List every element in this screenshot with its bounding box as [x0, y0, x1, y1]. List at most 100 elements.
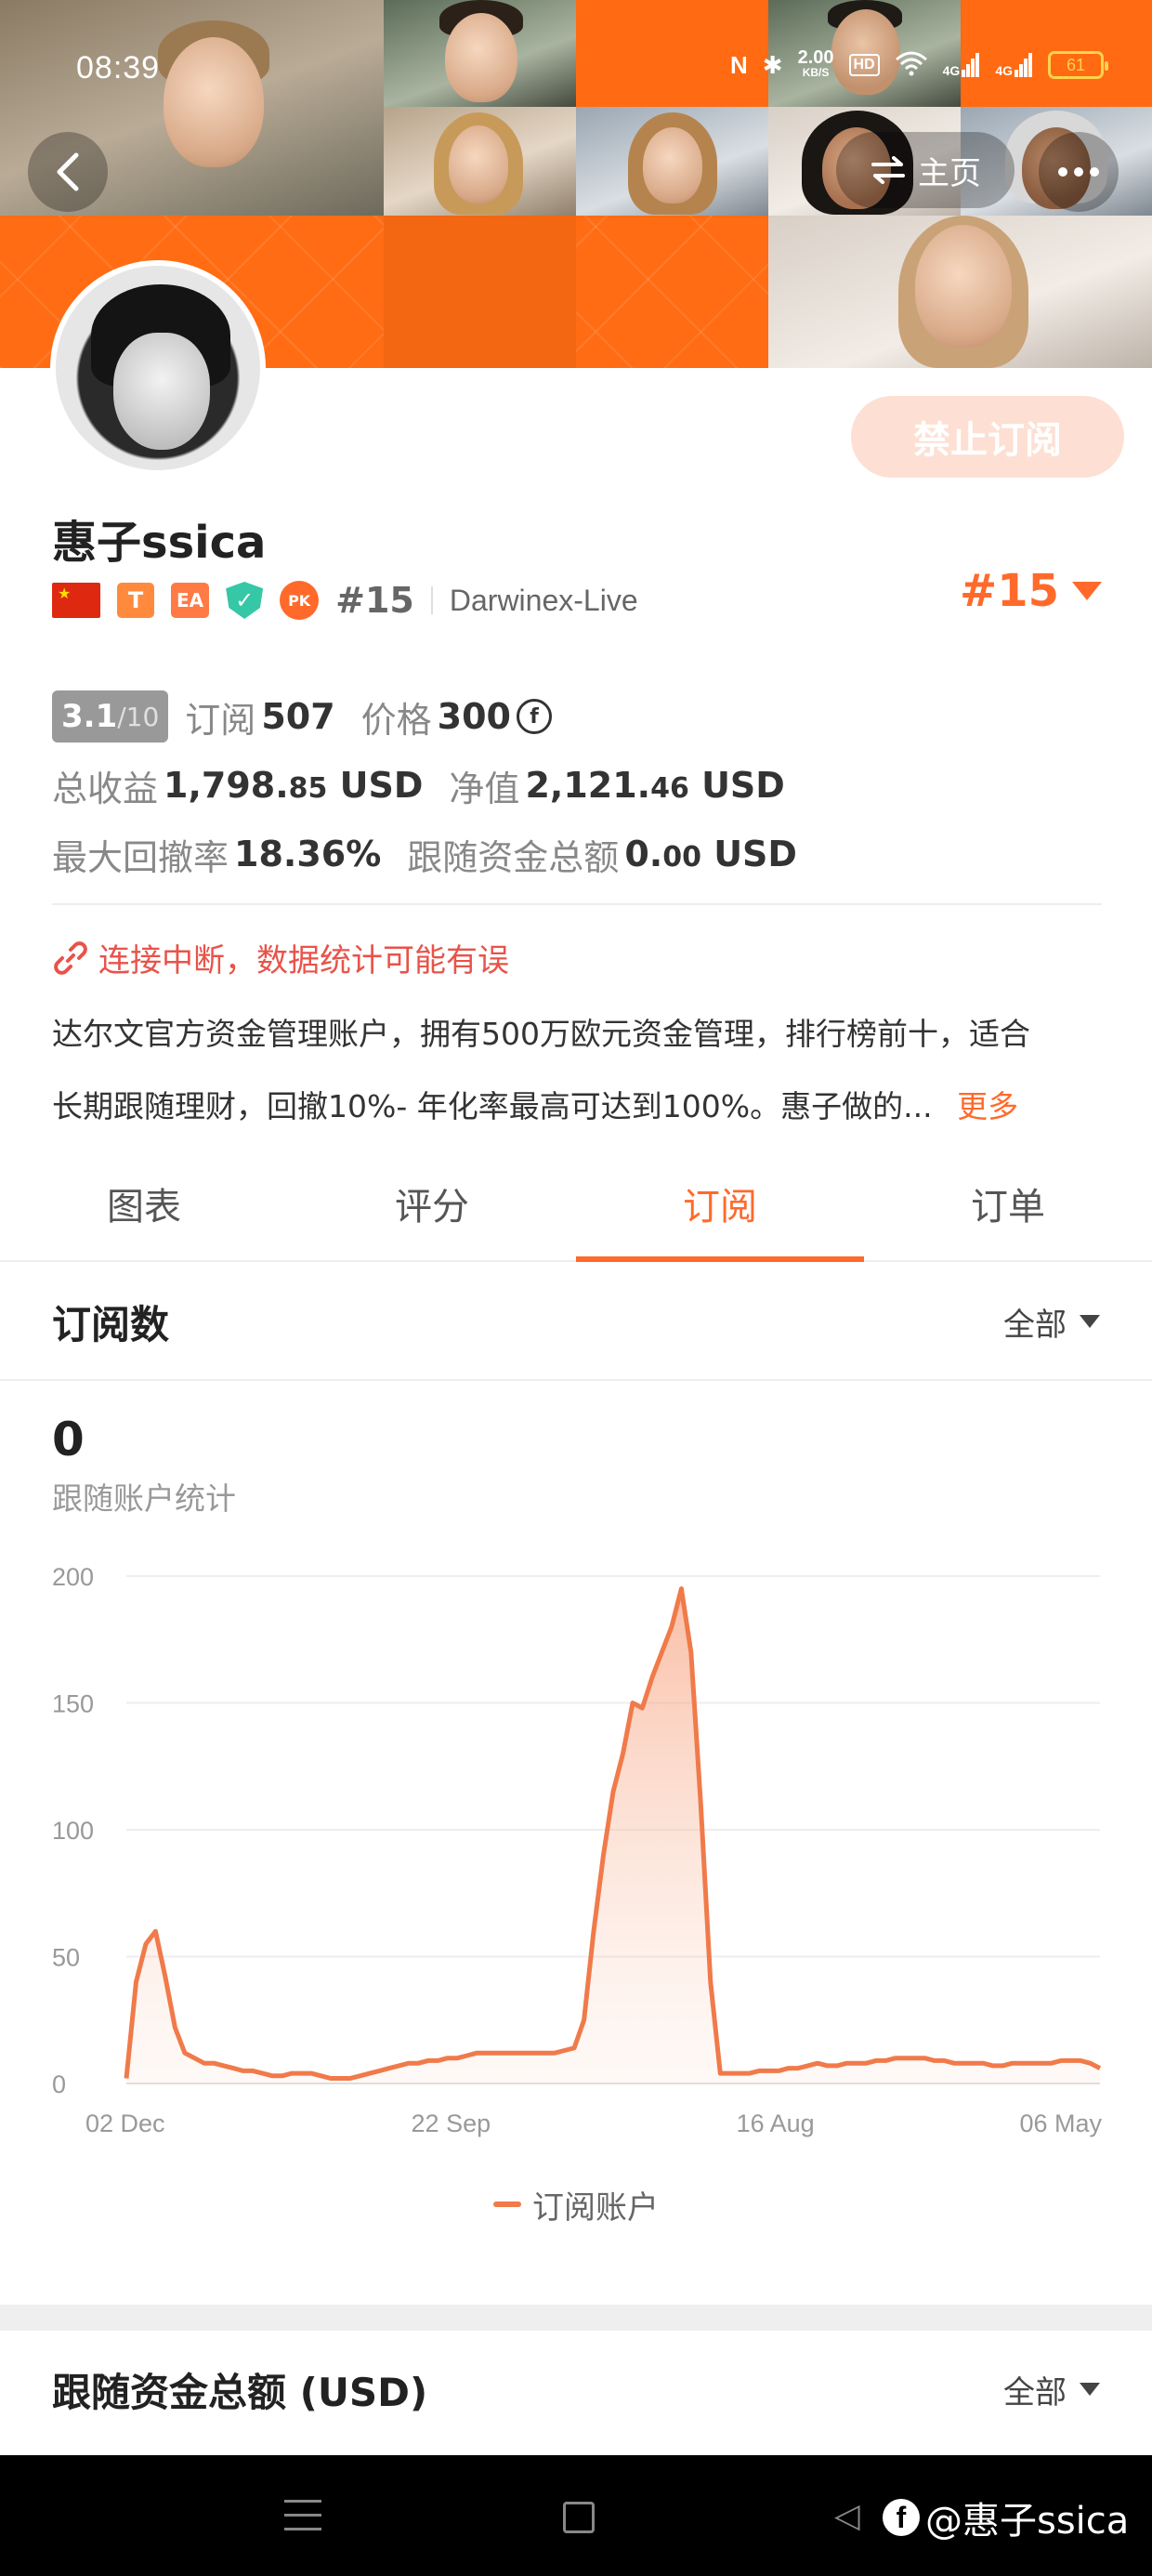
- y-tick-label: 0: [52, 2070, 66, 2098]
- more-link[interactable]: 更多: [957, 1088, 1018, 1124]
- menu-icon[interactable]: [284, 2500, 321, 2531]
- signal2-label: 4G: [995, 63, 1013, 78]
- stats-block: 3.1 /10 订阅 507 价格 300 f 总收益 1,798.85 USD…: [52, 682, 1102, 888]
- tab-orders[interactable]: 订单: [864, 1147, 1152, 1260]
- system-nav-bar: ◁ f @惠子ssica: [0, 2455, 1152, 2576]
- description: 达尔文官方资金管理账户，拥有500万欧元资金管理，排行榜前十，适合 长期跟随理财…: [52, 998, 1111, 1143]
- x-tick-label: 02 Dec: [85, 2109, 165, 2137]
- banner-photo: [768, 216, 1152, 368]
- range-dropdown-label: 全部: [1003, 1306, 1067, 1344]
- stat-line-1: 3.1 /10 订阅 507 价格 300 f: [52, 682, 1102, 751]
- net-value-unit: USD: [701, 765, 785, 806]
- description-line-2: 长期跟随理财，回撤10%- 年化率最高可达到100%。惠子做的... 更多: [52, 1071, 1111, 1143]
- rank-dropdown[interactable]: #15: [960, 565, 1102, 617]
- home-square-icon[interactable]: [563, 2502, 595, 2533]
- tab-rating[interactable]: 评分: [288, 1147, 576, 1260]
- price-label: 价格: [360, 699, 432, 741]
- follow-funds-decimal: 00: [662, 841, 701, 874]
- back-triangle-icon[interactable]: ◁: [834, 2500, 860, 2533]
- section-title: 订阅数: [52, 1301, 170, 1347]
- net-speed-value: 2.00: [797, 47, 834, 68]
- home-button[interactable]: 主页: [836, 132, 1015, 208]
- net-value-main: 2,121.: [525, 765, 651, 806]
- tab-subscription[interactable]: 订阅: [576, 1147, 864, 1262]
- description-line-2-text: 长期跟随理财，回撤10%- 年化率最高可达到100%。惠子做的...: [52, 1088, 933, 1124]
- net-value-decimal: 46: [650, 772, 689, 805]
- signal-icon: 4G: [995, 53, 1033, 77]
- caret-down-icon: [1080, 2383, 1100, 2396]
- banner-photo: [384, 0, 576, 107]
- rank-value: #15: [959, 565, 1059, 617]
- banner-color-tile: [384, 216, 576, 368]
- subscriptions-header: 订阅数 全部: [0, 1264, 1152, 1381]
- tab-chart[interactable]: 图表: [0, 1147, 288, 1260]
- follow-funds-value: 0.00 USD: [624, 834, 797, 874]
- price-value: 300: [437, 696, 511, 737]
- description-line-1: 达尔文官方资金管理账户，拥有500万欧元资金管理，排行榜前十，适合: [52, 1016, 1030, 1052]
- score-value: 3.1: [61, 698, 118, 735]
- total-profit-value: 1,798.85 USD: [164, 765, 423, 806]
- shield-check-icon: ✓: [226, 582, 264, 619]
- net-value: 2,121.46 USD: [525, 765, 784, 806]
- max-drawdown-label: 最大回撤率: [52, 836, 229, 878]
- home-label: 主页: [918, 154, 981, 192]
- divider: [430, 586, 433, 614]
- hd-icon: HD: [848, 54, 880, 76]
- connection-warning: 连接中断，数据统计可能有误: [52, 935, 509, 980]
- badge-row: ★ T EA ✓ PK #15 Darwinex-Live: [52, 576, 638, 624]
- broken-link-icon: [54, 940, 87, 975]
- follower-count-label: 跟随账户统计: [52, 1480, 236, 1517]
- follow-funds-label: 跟随资金总额: [407, 836, 620, 878]
- section-title: 跟随资金总额 (USD): [52, 2369, 428, 2415]
- china-flag-icon: ★: [52, 583, 100, 618]
- subscribe-count: 507: [261, 696, 335, 737]
- total-profit-label: 总收益: [52, 768, 159, 809]
- section-separator: [0, 2305, 1152, 2331]
- score-max: /10: [117, 701, 160, 732]
- y-tick-label: 150: [52, 1690, 94, 1718]
- nfc-icon: N: [730, 51, 748, 79]
- x-tick-label: 06 May: [1019, 2109, 1102, 2137]
- more-button[interactable]: [1039, 132, 1119, 212]
- chevron-left-icon: [57, 152, 79, 191]
- more-dot-icon: [1090, 167, 1099, 177]
- follower-count: 0: [52, 1413, 85, 1466]
- total-profit-unit: USD: [339, 765, 424, 806]
- net-speed-unit: KB/S: [802, 66, 830, 79]
- follow-funds-main: 0.: [624, 834, 663, 874]
- y-tick-label: 200: [52, 1563, 94, 1591]
- battery-icon: 61: [1048, 51, 1108, 79]
- back-button[interactable]: [28, 132, 108, 212]
- total-profit-decimal: 85: [288, 772, 328, 805]
- switch-icon: [871, 156, 905, 184]
- more-dot-icon: [1074, 167, 1083, 177]
- avatar[interactable]: [50, 260, 266, 476]
- user-name: 惠子ssica: [52, 517, 267, 569]
- banner-photo: [576, 107, 768, 216]
- wifi-icon: [895, 50, 928, 80]
- status-time: 08:39: [76, 50, 161, 85]
- x-tick-label: 16 Aug: [737, 2109, 815, 2137]
- warning-text: 连接中断，数据统计可能有误: [98, 942, 509, 979]
- legend-label: 订阅账户: [532, 2188, 659, 2227]
- follow-funds-unit: USD: [713, 834, 797, 874]
- legend-swatch: [493, 2201, 521, 2207]
- net-speed: 2.00 KB/S: [797, 47, 834, 80]
- pk-badge: PK: [280, 581, 320, 620]
- chart-legend: 订阅账户: [0, 2178, 1152, 2230]
- ea-badge: EA: [171, 583, 210, 618]
- watermark-text: @惠子ssica: [925, 2500, 1130, 2543]
- series-area: [126, 1588, 1100, 2083]
- disable-subscribe-button[interactable]: 禁止订阅: [851, 396, 1124, 478]
- chart-svg: 0 50 100 150 200 02 Dec 22 Sep 16 Aug 06 May: [52, 1563, 1102, 2137]
- banner-photo: [384, 107, 576, 216]
- range-dropdown-label: 全部: [1003, 2373, 1067, 2412]
- divider: [52, 903, 1102, 905]
- rank-small: #15: [335, 580, 414, 621]
- x-tick-label: 22 Sep: [412, 2109, 491, 2137]
- net-value-label: 净值: [449, 768, 520, 809]
- range-dropdown[interactable]: 全部: [1003, 1299, 1100, 1345]
- stat-line-3: 最大回撤率 18.36% 跟随资金总额 0.00 USD: [52, 820, 1102, 888]
- range-dropdown[interactable]: 全部: [1003, 2367, 1100, 2412]
- y-tick-label: 50: [52, 1944, 80, 1972]
